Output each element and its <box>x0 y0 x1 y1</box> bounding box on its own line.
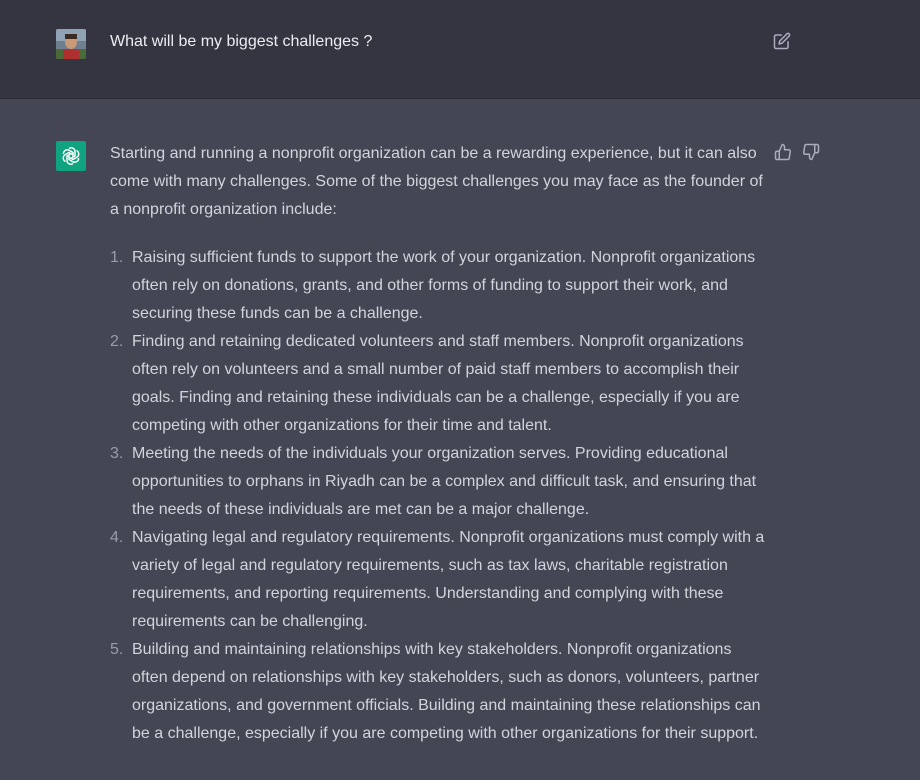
challenges-list: 1. Raising sufficient funds to support t… <box>110 244 765 748</box>
list-item-number: 3. <box>110 445 124 462</box>
assistant-message-text: Starting and running a nonprofit organiz… <box>110 140 765 748</box>
list-item-number: 5. <box>110 641 124 658</box>
list-item-text: Meeting the needs of the individuals you… <box>132 445 757 518</box>
edit-icon <box>773 32 791 50</box>
thumbs-down-icon <box>803 143 820 161</box>
user-message-text: What will be my biggest challenges ? <box>110 33 373 50</box>
list-item: 4. Navigating legal and regulatory requi… <box>110 524 765 636</box>
list-item: 1. Raising sufficient funds to support t… <box>110 244 765 328</box>
list-item-text: Building and maintaining relationships w… <box>132 641 761 742</box>
list-item-number: 2. <box>110 333 124 350</box>
assistant-intro: Starting and running a nonprofit organiz… <box>110 145 763 218</box>
list-item-number: 1. <box>110 249 124 266</box>
user-avatar-photo <box>56 29 86 59</box>
list-item: 2. Finding and retaining dedicated volun… <box>110 328 765 440</box>
user-message-row: What will be my biggest challenges ? <box>0 0 920 99</box>
list-item-text: Finding and retaining dedicated voluntee… <box>132 333 744 434</box>
assistant-message-row: Starting and running a nonprofit organiz… <box>0 100 920 780</box>
thumbs-down-button[interactable] <box>802 143 820 161</box>
list-item-number: 4. <box>110 529 124 546</box>
list-item: 5. Building and maintaining relationship… <box>110 636 765 748</box>
list-item: 3. Meeting the needs of the individuals … <box>110 440 765 524</box>
thumbs-up-icon <box>774 143 791 161</box>
assistant-avatar <box>56 141 86 171</box>
user-avatar <box>56 29 86 59</box>
openai-logo-icon <box>62 147 80 165</box>
list-item-text: Raising sufficient funds to support the … <box>132 249 756 322</box>
thumbs-up-button[interactable] <box>774 143 792 161</box>
edit-message-button[interactable] <box>773 32 791 50</box>
list-item-text: Navigating legal and regulatory requirem… <box>132 529 765 630</box>
